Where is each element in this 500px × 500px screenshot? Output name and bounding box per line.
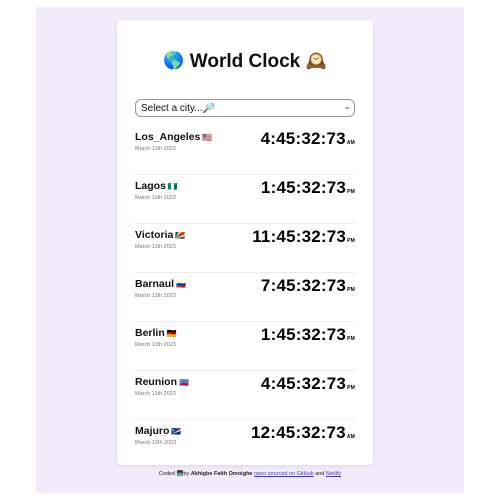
footer: Coded 👩🏾‍💻by Akhigbe Faith Omoighe open … <box>0 471 500 477</box>
ampm-label: PM <box>347 189 355 195</box>
city-name: Majuro 🇲🇭 <box>135 425 182 437</box>
city-name: Barnaul 🇷🇺 <box>135 278 187 290</box>
city-row: Reunion 🇷🇪 March 11th 2023 4:45:32:73PM <box>135 371 355 420</box>
world-clock-card: 🌎 World Clock 🕰️ ⌄ Los_Angeles🇺🇸 March 1… <box>117 20 373 465</box>
city-row: Victoria 🇸🇨 March 11th 2023 11:45:32:73PM <box>135 224 355 273</box>
city-search-input[interactable] <box>141 100 331 116</box>
city-name: Reunion 🇷🇪 <box>135 376 189 388</box>
city-date: March 11th 2023 <box>135 391 176 397</box>
ampm-label: PM <box>347 238 355 244</box>
flag-icon: 🇸🇨 <box>175 231 186 240</box>
city-name: Los_Angeles 🇺🇸 <box>135 131 213 143</box>
city-date: March 12th 2023 <box>135 440 177 446</box>
city-row: Los_Angeles 🇺🇸 March 11th 2023 4:45:32:73… <box>135 126 355 175</box>
chevron-down-icon[interactable]: ⌄ <box>343 101 351 112</box>
flag-icon: 🇳🇬 <box>167 182 178 191</box>
city-row: Barnaul 🇷🇺 March 11th 2023 7:45:32:73PM <box>135 273 355 322</box>
footer-and-text: and <box>315 471 325 477</box>
flag-icon: 🇷🇺 <box>176 280 187 289</box>
city-time: 11:45:32:73PM <box>252 227 355 246</box>
ampm-label: PM <box>347 385 355 391</box>
city-row: Majuro 🇲🇭 March 12th 2023 12:45:32:73AM <box>135 420 355 468</box>
city-date: March 11th 2023 <box>135 195 176 201</box>
city-select[interactable]: ⌄ <box>135 99 355 117</box>
city-time: 4:45:32:73AM <box>260 129 355 148</box>
author-name: Akhigbe Faith Omoighe <box>190 471 253 477</box>
city-name: Victoria 🇸🇨 <box>135 229 186 241</box>
city-name: Berlin 🇩🇪 <box>135 327 177 339</box>
city-date: March 11th 2023 <box>135 293 176 299</box>
city-time: 12:45:32:73AM <box>250 423 355 442</box>
footer-by-text: by <box>183 471 190 477</box>
city-name: Lagos 🇳🇬 <box>135 180 178 192</box>
netlify-link[interactable]: Netlify <box>326 471 341 477</box>
ampm-label: AM <box>346 140 355 146</box>
city-date: March 11th 2023 <box>135 342 176 348</box>
footer-coded-text: Coded <box>158 471 176 477</box>
flag-icon: 🇷🇪 <box>179 378 189 387</box>
city-time: 1:45:32:73PM <box>260 325 355 344</box>
city-time: 1:45:32:73PM <box>260 178 355 197</box>
globe-icon: 🌎 <box>163 51 185 70</box>
flag-icon: 🇺🇸 <box>202 133 213 142</box>
city-date: March 11th 2023 <box>135 146 176 152</box>
ampm-label: AM <box>346 434 355 440</box>
page-background: 🌎 World Clock 🕰️ ⌄ Los_Angeles🇺🇸 March 1… <box>36 7 464 493</box>
city-date: March 11th 2023 <box>135 244 176 250</box>
flag-icon: 🇩🇪 <box>166 329 177 338</box>
ampm-label: PM <box>347 287 355 293</box>
city-row: Lagos 🇳🇬 March 11th 2023 1:45:32:73PM <box>135 175 355 224</box>
city-time: 4:45:32:73PM <box>260 374 355 393</box>
city-row: Berlin 🇩🇪 March 11th 2023 1:45:32:73PM <box>135 322 355 371</box>
city-list: Los_Angeles 🇺🇸 March 11th 2023 4:45:32:73… <box>135 126 355 468</box>
flag-icon: 🇲🇭 <box>171 427 182 436</box>
mantelpiece-clock-icon: 🕰️ <box>305 51 327 70</box>
github-link[interactable]: open sourced on GitHub <box>254 471 314 477</box>
ampm-label: PM <box>347 336 355 342</box>
page-title: 🌎 World Clock 🕰️ <box>117 51 373 73</box>
title-text: World Clock <box>189 51 301 72</box>
city-time: 7:45:32:73PM <box>260 276 355 295</box>
